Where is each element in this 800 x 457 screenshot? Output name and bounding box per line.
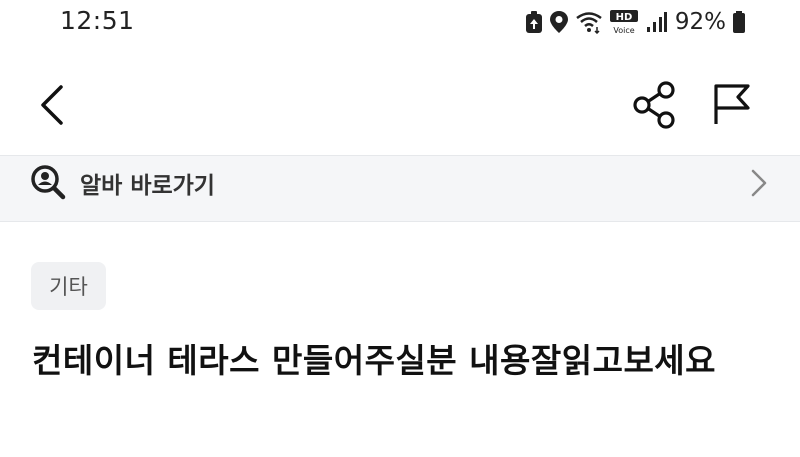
report-button[interactable] bbox=[704, 78, 758, 132]
hd-voice-text: HD bbox=[616, 12, 633, 23]
post-title: 컨테이너 테라스 만들어주실분 내용잘읽고보세요 bbox=[32, 341, 717, 380]
back-button[interactable] bbox=[28, 80, 78, 130]
flag-icon bbox=[714, 84, 750, 124]
wifi-icon bbox=[576, 12, 602, 34]
share-icon bbox=[633, 81, 675, 129]
chevron-right-icon bbox=[751, 169, 767, 197]
category-chip[interactable]: 기타 bbox=[31, 262, 106, 310]
battery-saver-icon bbox=[525, 11, 542, 33]
location-icon bbox=[549, 11, 568, 33]
share-button[interactable] bbox=[628, 78, 682, 132]
signal-icon bbox=[646, 12, 667, 32]
alba-shortcut-banner[interactable]: 알바 바로가기 bbox=[0, 155, 800, 222]
hd-voice-subtext: Voice bbox=[613, 26, 634, 35]
alba-shortcut-label: 알바 바로가기 bbox=[80, 173, 215, 199]
hd-voice-icon: HD Voice bbox=[609, 10, 638, 35]
status-icons: HD Voice 92% bbox=[525, 6, 746, 38]
back-arrow-icon bbox=[41, 85, 63, 125]
status-time: 12:51 bbox=[60, 6, 135, 35]
battery-percent: 92% bbox=[674, 9, 726, 35]
app-bar bbox=[0, 60, 800, 150]
search-person-icon bbox=[31, 165, 66, 200]
status-bar: 12:51 HD Voice 92% bbox=[0, 0, 800, 44]
battery-icon bbox=[733, 11, 745, 33]
